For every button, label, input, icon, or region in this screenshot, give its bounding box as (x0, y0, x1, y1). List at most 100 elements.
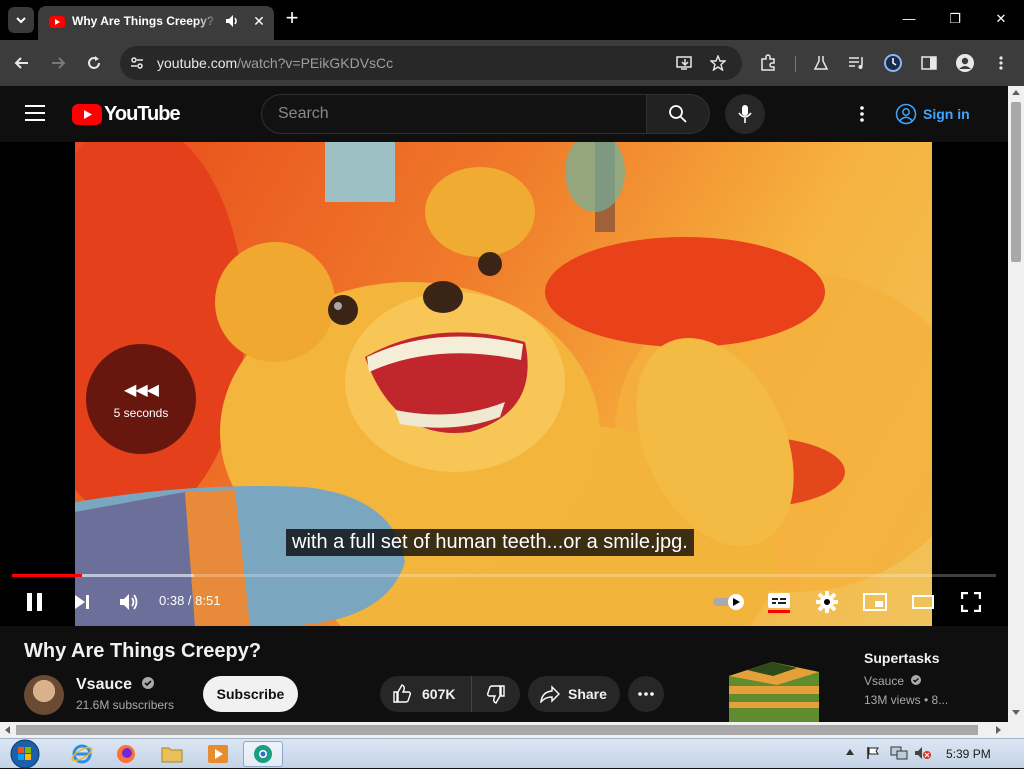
youtube-header: YouTube Search Sign in (0, 86, 1008, 142)
like-button[interactable]: 607K (380, 676, 472, 712)
search-input[interactable]: Search (261, 94, 647, 134)
taskbar-clock[interactable]: 5:39 PM (946, 747, 991, 761)
pause-icon (27, 593, 42, 611)
youtube-logo-text: YouTube (104, 103, 181, 125)
share-label: Share (568, 686, 607, 702)
share-button[interactable]: Share (528, 676, 620, 712)
subtitle-caption: with a full set of human teeth...or a sm… (286, 529, 694, 556)
channel-avatar[interactable] (24, 675, 64, 715)
install-app-icon[interactable] (674, 52, 696, 74)
url-text: youtube.com/watch?v=PEikGKDVsCc (157, 55, 393, 71)
firefox-icon (117, 745, 135, 763)
extensions-puzzle-icon[interactable] (757, 52, 779, 74)
browser-menu-icon[interactable] (990, 52, 1012, 74)
restore-window-button[interactable]: ❐ (940, 6, 970, 32)
speaker-audio-icon[interactable] (224, 13, 240, 29)
subscribe-button[interactable]: Subscribe (203, 676, 298, 712)
gear-icon (816, 591, 838, 613)
tab-title: Why Are Things Creepy? - YouTube (72, 14, 218, 28)
taskbar-firefox[interactable] (106, 741, 146, 767)
tab-search-button[interactable] (8, 7, 34, 33)
network-icon[interactable] (890, 746, 908, 760)
taskbar-internet-explorer[interactable] (62, 741, 102, 767)
back-arrow-icon[interactable] (11, 52, 33, 74)
recommended-video-meta: 13M views • 8... (864, 693, 949, 707)
next-video-button[interactable] (68, 588, 96, 616)
url-host: youtube.com (157, 55, 238, 71)
hamburger-menu-icon[interactable] (24, 104, 46, 122)
search-button[interactable] (646, 94, 710, 134)
progress-played (12, 574, 83, 577)
new-tab-button[interactable]: + (281, 7, 303, 30)
microphone-icon (738, 105, 752, 123)
taskbar-file-explorer[interactable] (152, 741, 192, 767)
scroll-left-arrow-icon[interactable] (5, 726, 10, 734)
more-actions-button[interactable] (628, 676, 664, 712)
thumbs-down-icon (486, 685, 505, 704)
settings-button[interactable] (813, 588, 841, 616)
autoplay-toggle-icon (713, 594, 744, 610)
chevron-down-icon (16, 17, 26, 24)
chrome-browser-icon (254, 745, 272, 763)
channel-name-text: Vsauce (76, 676, 133, 693)
volume-button[interactable] (115, 588, 143, 616)
start-button[interactable] (8, 739, 42, 769)
settings-more-icon[interactable] (859, 106, 865, 122)
fullscreen-button[interactable] (957, 588, 985, 616)
bookmark-star-icon[interactable] (707, 52, 729, 74)
forward-arrow-icon[interactable] (47, 52, 69, 74)
recommended-video-thumbnail[interactable] (727, 652, 851, 722)
voice-search-button[interactable] (725, 94, 765, 134)
horizontal-scrollbar[interactable] (0, 722, 1008, 738)
minimize-window-button[interactable]: — (894, 6, 924, 32)
scroll-right-arrow-icon[interactable] (996, 726, 1001, 734)
verified-check-icon (141, 677, 154, 689)
sign-in-button[interactable]: Sign in (895, 98, 987, 130)
closed-captions-icon (768, 593, 790, 613)
search-placeholder: Search (278, 105, 329, 122)
scroll-up-arrow-icon[interactable] (1012, 90, 1020, 95)
media-controls-icon[interactable] (846, 52, 868, 74)
labs-flask-icon[interactable] (810, 52, 832, 74)
site-info-icon[interactable] (126, 52, 148, 74)
account-avatar-icon[interactable] (954, 52, 976, 74)
vertical-scrollbar[interactable] (1008, 86, 1024, 722)
profile-sync-icon[interactable] (882, 52, 904, 74)
reload-icon[interactable] (83, 52, 105, 74)
taskbar-chrome-active[interactable] (243, 741, 283, 767)
volume-icon (120, 594, 138, 610)
pause-button[interactable] (21, 588, 49, 616)
media-player-icon (208, 745, 228, 763)
close-tab-icon[interactable]: ✕ (250, 12, 268, 30)
theater-mode-button[interactable] (909, 588, 937, 616)
autoplay-toggle[interactable] (712, 588, 746, 616)
subtitles-button[interactable] (765, 588, 793, 616)
video-info-section: Why Are Things Creepy? Vsauce 21.6M subs… (0, 626, 1008, 722)
youtube-logo[interactable]: YouTube (72, 103, 181, 126)
close-window-button[interactable]: ✕ (986, 6, 1016, 32)
recommended-video-channel[interactable]: Vsauce (864, 674, 922, 688)
like-dislike-group: 607K (380, 676, 520, 712)
side-panel-icon[interactable] (918, 52, 940, 74)
volume-muted-icon[interactable] (914, 746, 932, 760)
recommended-video-title[interactable]: Supertasks (864, 650, 939, 666)
internet-explorer-icon (71, 744, 93, 764)
channel-name[interactable]: Vsauce (76, 676, 155, 694)
show-hidden-icons-arrow-icon[interactable] (846, 749, 854, 755)
action-center-flag-icon[interactable] (866, 746, 880, 760)
horizontal-scroll-thumb[interactable] (16, 725, 978, 735)
browser-tab-active[interactable]: Why Are Things Creepy? - YouTube ✕ (38, 6, 274, 40)
toolbar-divider (795, 56, 796, 72)
account-circle-icon (895, 103, 917, 125)
scroll-down-arrow-icon[interactable] (1012, 710, 1020, 715)
dislike-button[interactable] (472, 676, 520, 712)
address-bar[interactable]: youtube.com/watch?v=PEikGKDVsCc (120, 46, 742, 80)
rewind-arrows-icon: ◀◀◀ (124, 382, 159, 399)
search-icon (669, 105, 687, 123)
video-player[interactable]: ◀◀◀ 5 seconds with a full set of human t… (0, 142, 1008, 626)
progress-bar[interactable] (12, 574, 996, 577)
url-path: /watch?v=PEikGKDVsCc (237, 55, 394, 71)
taskbar-media-player[interactable] (198, 741, 238, 767)
vertical-scroll-thumb[interactable] (1011, 102, 1021, 262)
miniplayer-button[interactable] (861, 588, 889, 616)
